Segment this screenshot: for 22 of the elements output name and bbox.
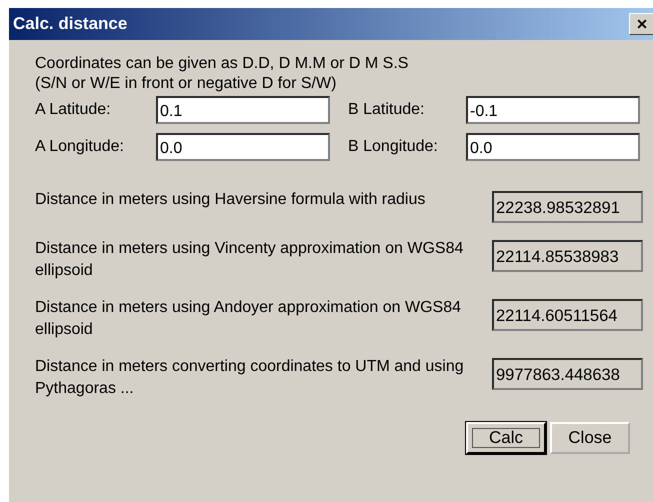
- result-field[interactable]: 9977863.448638: [492, 358, 643, 390]
- result-field[interactable]: 22114.85538983: [492, 240, 643, 272]
- field-label: B Longitude:: [347, 138, 439, 156]
- result-label: Distance in meters converting coordinates to UTM and using Pythagoras ...: [35, 357, 465, 399]
- coordinate-field[interactable]: 0.0: [466, 133, 640, 161]
- field-label: A Longitude:: [35, 138, 125, 156]
- coordinate-field[interactable]: 0.0: [156, 133, 330, 161]
- close-dialog-button[interactable]: Close: [550, 422, 630, 454]
- instruction-text: Coordinates can be given as D.D, D M.M or D M S.S: [35, 54, 410, 74]
- window-title: Calc. distance: [13, 14, 128, 34]
- field-label: A Latitude:: [35, 101, 112, 119]
- coordinate-field[interactable]: 0.1: [156, 96, 330, 124]
- field-label: B Latitude:: [347, 101, 426, 119]
- result-label: Distance in meters using Vincenty approximation on WGS84 ellipsoid: [35, 239, 464, 281]
- calc-button[interactable]: Calc: [466, 422, 546, 454]
- result-field[interactable]: 22114.60511564: [492, 299, 643, 331]
- instruction-text: (S/N or W/E in front or negative D for S/W): [35, 74, 338, 94]
- close-button[interactable]: ×: [629, 13, 653, 35]
- result-label: Distance in meters using Haversine formula with radius: [35, 190, 426, 210]
- result-label: Distance in meters using Andoyer approximation on WGS84 ellipsoid: [35, 298, 462, 340]
- coordinate-field[interactable]: -0.1: [466, 96, 640, 124]
- result-field[interactable]: 22238.98532891: [492, 191, 643, 223]
